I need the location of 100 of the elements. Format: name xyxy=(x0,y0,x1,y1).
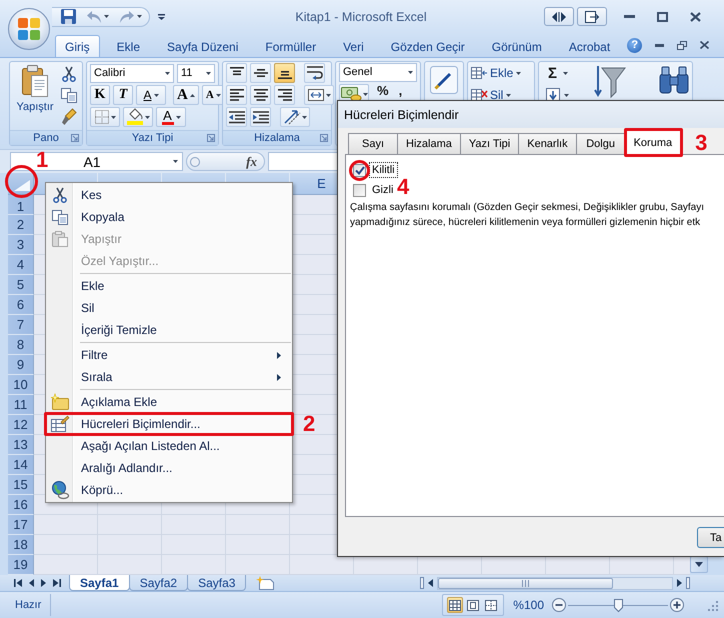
close-icon[interactable] xyxy=(700,41,710,49)
ribbon-tab[interactable]: Formüller xyxy=(255,35,326,57)
row-header[interactable]: 1 xyxy=(8,195,34,215)
menu-item[interactable]: Sil xyxy=(47,297,291,319)
launcher-icon[interactable] xyxy=(71,134,79,142)
align-button[interactable] xyxy=(250,85,271,105)
dialog-tab[interactable]: Kenarlık xyxy=(518,133,577,154)
row-header[interactable]: 12 xyxy=(8,415,34,435)
zoom-in-icon[interactable] xyxy=(670,598,684,612)
align-button[interactable] xyxy=(274,63,295,83)
zoom-out-icon[interactable] xyxy=(552,598,566,612)
row-header[interactable]: 19 xyxy=(8,555,34,575)
insert-button[interactable]: Ekle xyxy=(471,63,522,83)
dialog-button[interactable]: Ta xyxy=(697,527,724,548)
caret-icon[interactable] xyxy=(158,14,165,20)
menu-item[interactable]: Filtre xyxy=(47,344,291,366)
menu-item[interactable]: Aşağı Açılan Listeden Al... xyxy=(47,435,291,457)
funnel-arrow-icon[interactable] xyxy=(594,64,626,98)
ribbon-tab[interactable]: Sayfa Düzeni xyxy=(157,35,248,57)
checkbox[interactable] xyxy=(353,184,366,196)
ribbon-tab[interactable]: Veri xyxy=(333,35,374,57)
italic-button[interactable]: T xyxy=(113,85,133,105)
resize-grip-icon[interactable] xyxy=(706,599,718,611)
checkbox-label[interactable]: Kilitli xyxy=(369,162,398,178)
sheet-tab[interactable]: Sayfa3 xyxy=(187,575,246,591)
row-header[interactable]: 16 xyxy=(8,495,34,515)
row-header[interactable]: 13 xyxy=(8,435,34,455)
dialog-tab[interactable]: Hizalama xyxy=(397,133,461,154)
triangle-right-icon[interactable] xyxy=(41,579,46,587)
scroll-thumb[interactable] xyxy=(438,578,613,588)
ribbon-tab[interactable]: Acrobat xyxy=(558,35,620,57)
caret-icon[interactable] xyxy=(563,72,568,74)
row-header[interactable]: 4 xyxy=(8,255,34,275)
font-color-button[interactable]: A xyxy=(156,107,186,127)
menu-item[interactable]: Sırala xyxy=(47,366,291,388)
menu-item[interactable]: Aralığı Adlandır... xyxy=(47,457,291,479)
split-handle[interactable] xyxy=(686,577,690,589)
window-button[interactable] xyxy=(544,7,574,26)
caret-icon[interactable] xyxy=(564,94,569,96)
increase-indent-button[interactable] xyxy=(250,107,271,127)
close-icon[interactable] xyxy=(690,12,702,22)
comma-button[interactable]: , xyxy=(396,84,404,98)
row-header[interactable]: 7 xyxy=(8,315,34,335)
row-header[interactable]: 18 xyxy=(8,535,34,555)
font-name-field[interactable]: Calibri xyxy=(90,64,174,82)
grow-font-button[interactable]: A xyxy=(173,85,199,105)
decrease-indent-button[interactable] xyxy=(226,107,247,127)
maximize-icon[interactable] xyxy=(657,12,668,22)
ribbon-tab[interactable]: Görünüm xyxy=(482,35,552,57)
slider-thumb[interactable] xyxy=(614,598,622,612)
row-header[interactable]: 15 xyxy=(8,475,34,495)
minimize-icon[interactable] xyxy=(655,44,664,46)
checkbox[interactable] xyxy=(353,164,366,176)
row-header[interactable]: 8 xyxy=(8,335,34,355)
view-button[interactable] xyxy=(483,597,500,613)
dialog-tab[interactable]: Dolgu xyxy=(576,133,626,154)
launcher-icon[interactable] xyxy=(320,134,328,142)
menu-item[interactable]: Kes xyxy=(47,184,291,206)
scissors-icon[interactable] xyxy=(62,67,76,82)
row-header[interactable]: 2 xyxy=(8,215,34,235)
row-header[interactable]: 10 xyxy=(8,375,34,395)
menu-item[interactable]: Ekle xyxy=(47,275,291,297)
view-button[interactable] xyxy=(447,597,464,613)
skip-forward-icon[interactable] xyxy=(53,579,61,587)
select-all-button[interactable] xyxy=(8,173,34,195)
ribbon-tab[interactable]: Gözden Geçir xyxy=(380,35,475,57)
launcher-icon[interactable] xyxy=(207,134,215,142)
new-sheet-icon[interactable] xyxy=(256,576,274,590)
copy-icon[interactable] xyxy=(61,88,77,103)
orientation-button[interactable] xyxy=(280,107,310,127)
zoom-level[interactable]: %100 xyxy=(513,598,544,612)
pen-tile-icon[interactable] xyxy=(430,66,458,94)
sheet-tab[interactable]: Sayfa1 xyxy=(69,575,130,591)
sum-button[interactable]: Σ xyxy=(546,64,560,82)
scroll-down-button[interactable] xyxy=(690,556,708,573)
row-header[interactable]: 3 xyxy=(8,235,34,255)
window-button[interactable] xyxy=(577,7,608,26)
fill-color-button[interactable] xyxy=(123,107,153,127)
align-button[interactable] xyxy=(226,85,247,105)
align-button[interactable] xyxy=(274,85,295,105)
restore-icon[interactable] xyxy=(677,40,688,50)
align-button[interactable] xyxy=(250,63,271,83)
dialog-tab[interactable]: Yazı Tipi xyxy=(460,133,520,154)
shrink-font-button[interactable]: A xyxy=(202,85,225,105)
sheet-tab[interactable]: Sayfa2 xyxy=(128,575,188,591)
paste-button[interactable]: Yapıştır xyxy=(13,63,57,130)
view-button[interactable] xyxy=(465,597,482,613)
insert-function-button[interactable]: fx xyxy=(186,152,265,171)
triangle-left-icon[interactable] xyxy=(29,579,34,587)
row-header[interactable]: 14 xyxy=(8,455,34,475)
ribbon-tab[interactable]: Ekle xyxy=(106,35,150,57)
number-format-field[interactable]: Genel xyxy=(339,62,417,82)
minimize-icon[interactable] xyxy=(624,15,636,18)
row-header[interactable]: 9 xyxy=(8,355,34,375)
skip-back-icon[interactable] xyxy=(14,579,22,587)
font-size-field[interactable]: 11 xyxy=(177,64,215,82)
dialog-tab[interactable]: Sayı xyxy=(348,133,398,154)
triangle-right-icon[interactable] xyxy=(677,579,682,587)
menu-item[interactable]: Köprü... xyxy=(47,479,291,501)
triangle-left-icon[interactable] xyxy=(428,579,433,587)
